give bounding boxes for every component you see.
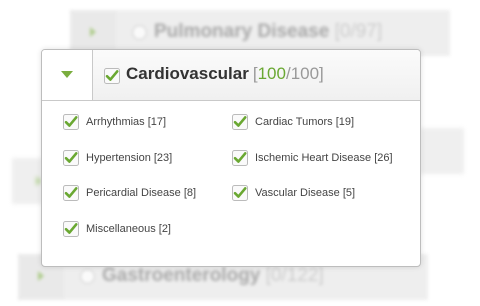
category-count: [100/100]	[253, 64, 324, 83]
subcategory-checkbox[interactable]	[63, 185, 79, 201]
subcategory-checkbox[interactable]	[232, 185, 248, 201]
subcategory-item[interactable]: Cardiac Tumors [19]	[232, 113, 354, 131]
category-title: Cardiovascular [100/100]	[126, 64, 324, 84]
subcategory-item[interactable]: Arrhythmias [17]	[63, 113, 166, 131]
subcategory-item[interactable]: Ischemic Heart Disease [26]	[232, 149, 393, 167]
subcategory-item[interactable]: Pericardial Disease [8]	[63, 184, 196, 202]
subcategory-checkbox[interactable]	[232, 150, 248, 166]
checkmark-icon	[232, 114, 248, 130]
subcategory-checkbox[interactable]	[63, 150, 79, 166]
radio-icon	[132, 25, 147, 40]
category-count: [0/122]	[265, 265, 324, 286]
category-header: Cardiovascular [100/100]	[42, 50, 420, 101]
subcategory-label: Pericardial Disease [8]	[86, 187, 197, 199]
checkmark-icon	[63, 150, 79, 166]
triangle-right-icon	[90, 27, 96, 37]
subcategory-item[interactable]: Vascular Disease [5]	[232, 184, 355, 202]
count-selected: 100	[257, 64, 286, 83]
category-count: [0/97]	[334, 21, 383, 42]
triangle-down-icon	[61, 71, 73, 78]
subcategory-label: Hypertension [23]	[86, 152, 173, 164]
category-checkbox[interactable]	[104, 68, 120, 84]
category-title: Pulmonary Disease	[154, 21, 330, 42]
subcategory-label: Vascular Disease [5]	[255, 187, 356, 199]
count-total: 100]	[290, 64, 324, 83]
checkmark-icon	[63, 221, 79, 237]
background-row-left-middle	[12, 158, 42, 204]
subcategory-item[interactable]: Miscellaneous [2]	[63, 220, 171, 238]
subcategory-label: Arrhythmias [17]	[86, 116, 167, 128]
background-row-right-middle	[420, 128, 464, 174]
collapse-toggle-button[interactable]	[42, 50, 93, 100]
category-title: Gastroenterology	[102, 265, 261, 286]
subcategory-checkbox[interactable]	[63, 114, 79, 130]
checkmark-icon	[104, 68, 120, 84]
triangle-right-icon	[38, 271, 44, 281]
radio-icon	[80, 269, 95, 284]
checkmark-icon	[232, 185, 248, 201]
category-card-cardiovascular: Cardiovascular [100/100] Arrhythmias [17]…	[41, 49, 421, 267]
checkmark-icon	[63, 114, 79, 130]
subcategory-label: Cardiac Tumors [19]	[255, 116, 355, 128]
checkmark-icon	[232, 150, 248, 166]
subcategory-label: Ischemic Heart Disease [26]	[255, 152, 393, 164]
subcategory-checkbox[interactable]	[232, 114, 248, 130]
category-name: Cardiovascular	[126, 64, 249, 83]
subcategory-label: Miscellaneous [2]	[86, 223, 171, 235]
subcategory-item[interactable]: Hypertension [23]	[63, 149, 172, 167]
subcategory-checkbox[interactable]	[63, 221, 79, 237]
checkmark-icon	[63, 185, 79, 201]
